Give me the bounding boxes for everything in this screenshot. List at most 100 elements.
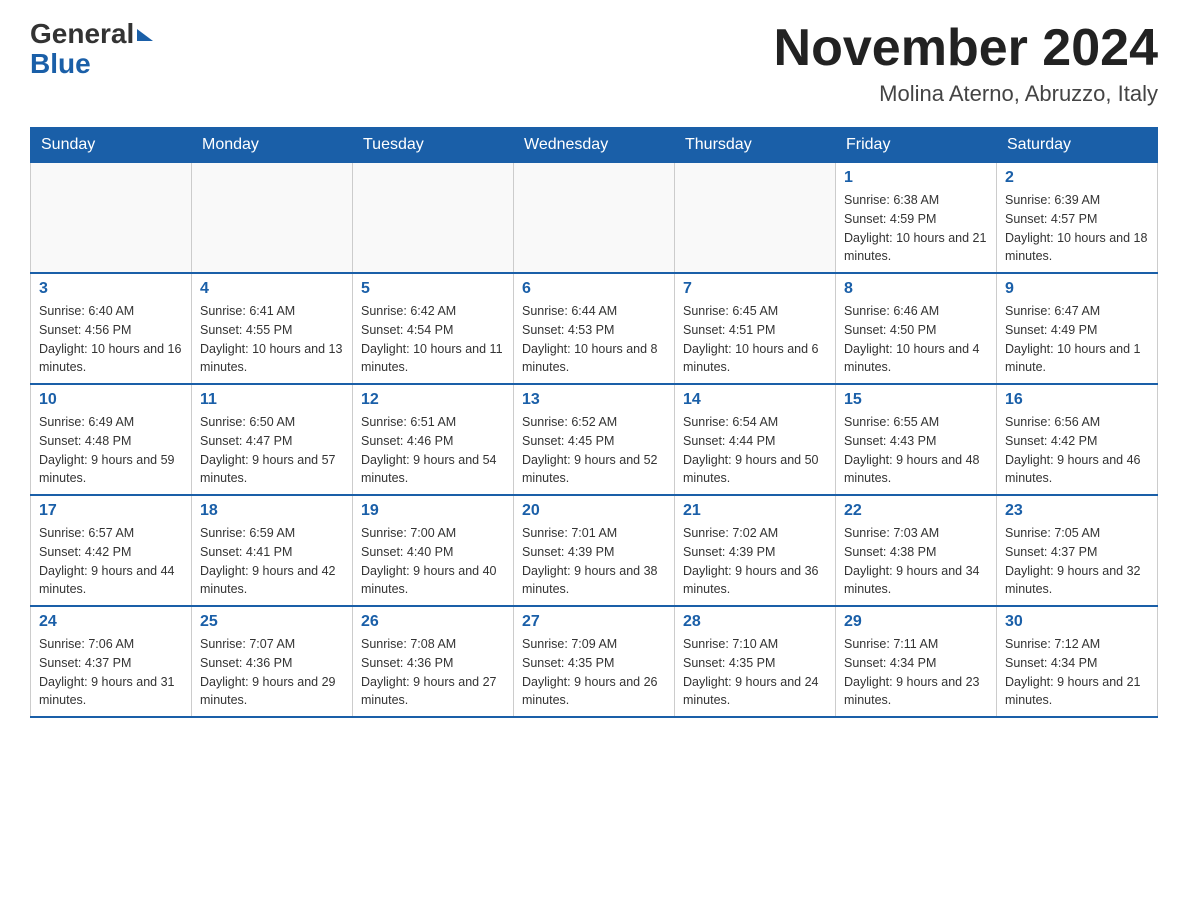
calendar-cell: 12Sunrise: 6:51 AMSunset: 4:46 PMDayligh… (353, 384, 514, 495)
day-info: Sunrise: 7:00 AMSunset: 4:40 PMDaylight:… (361, 524, 505, 599)
day-number: 12 (361, 391, 505, 409)
day-number: 23 (1005, 502, 1149, 520)
day-info: Sunrise: 6:39 AMSunset: 4:57 PMDaylight:… (1005, 191, 1149, 266)
day-number: 25 (200, 613, 344, 631)
day-info: Sunrise: 6:47 AMSunset: 4:49 PMDaylight:… (1005, 302, 1149, 377)
day-info: Sunrise: 6:52 AMSunset: 4:45 PMDaylight:… (522, 413, 666, 488)
day-info: Sunrise: 7:05 AMSunset: 4:37 PMDaylight:… (1005, 524, 1149, 599)
calendar-cell (353, 163, 514, 274)
day-number: 13 (522, 391, 666, 409)
day-number: 14 (683, 391, 827, 409)
day-number: 27 (522, 613, 666, 631)
day-number: 7 (683, 280, 827, 298)
day-info: Sunrise: 6:50 AMSunset: 4:47 PMDaylight:… (200, 413, 344, 488)
calendar-cell: 11 Sunrise: 6:50 AMSunset: 4:47 PMDayligh… (192, 384, 353, 495)
calendar-cell: 15Sunrise: 6:55 AMSunset: 4:43 PMDayligh… (836, 384, 997, 495)
day-info: Sunrise: 6:56 AMSunset: 4:42 PMDaylight:… (1005, 413, 1149, 488)
calendar-cell: 25 Sunrise: 7:07 AMSunset: 4:36 PMDayligh… (192, 606, 353, 717)
day-info: Sunrise: 7:12 AMSunset: 4:34 PMDaylight:… (1005, 635, 1149, 710)
day-info: Sunrise: 6:55 AMSunset: 4:43 PMDaylight:… (844, 413, 988, 488)
calendar-cell: 28Sunrise: 7:10 AMSunset: 4:35 PMDayligh… (675, 606, 836, 717)
day-info: Sunrise: 6:49 AMSunset: 4:48 PMDaylight:… (39, 413, 183, 488)
calendar-cell: 26 Sunrise: 7:08 AMSunset: 4:36 PMDayligh… (353, 606, 514, 717)
calendar-week-row: 24Sunrise: 7:06 AMSunset: 4:37 PMDayligh… (31, 606, 1158, 717)
calendar-cell: 29Sunrise: 7:11 AMSunset: 4:34 PMDayligh… (836, 606, 997, 717)
day-number: 8 (844, 280, 988, 298)
calendar-cell: 24Sunrise: 7:06 AMSunset: 4:37 PMDayligh… (31, 606, 192, 717)
calendar-cell: 4 Sunrise: 6:41 AMSunset: 4:55 PMDaylight… (192, 273, 353, 384)
calendar-cell: 16 Sunrise: 6:56 AMSunset: 4:42 PMDayligh… (997, 384, 1158, 495)
day-number: 30 (1005, 613, 1149, 631)
title-section: November 2024 Molina Aterno, Abruzzo, It… (774, 20, 1158, 107)
day-of-week-header: Monday (192, 128, 353, 163)
day-info: Sunrise: 6:46 AMSunset: 4:50 PMDaylight:… (844, 302, 988, 377)
calendar-cell: 17Sunrise: 6:57 AMSunset: 4:42 PMDayligh… (31, 495, 192, 606)
day-number: 20 (522, 502, 666, 520)
calendar-cell: 6 Sunrise: 6:44 AMSunset: 4:53 PMDaylight… (514, 273, 675, 384)
calendar-cell (675, 163, 836, 274)
calendar-cell: 1 Sunrise: 6:38 AMSunset: 4:59 PMDaylight… (836, 163, 997, 274)
calendar-body: 1 Sunrise: 6:38 AMSunset: 4:59 PMDaylight… (31, 163, 1158, 718)
day-number: 16 (1005, 391, 1149, 409)
day-info: Sunrise: 6:57 AMSunset: 4:42 PMDaylight:… (39, 524, 183, 599)
day-info: Sunrise: 6:40 AMSunset: 4:56 PMDaylight:… (39, 302, 183, 377)
day-number: 19 (361, 502, 505, 520)
logo: General Blue (30, 20, 153, 80)
calendar-cell: 21 Sunrise: 7:02 AMSunset: 4:39 PMDayligh… (675, 495, 836, 606)
day-info: Sunrise: 7:02 AMSunset: 4:39 PMDaylight:… (683, 524, 827, 599)
day-info: Sunrise: 6:38 AMSunset: 4:59 PMDaylight:… (844, 191, 988, 266)
day-info: Sunrise: 6:45 AMSunset: 4:51 PMDaylight:… (683, 302, 827, 377)
calendar-week-row: 1 Sunrise: 6:38 AMSunset: 4:59 PMDaylight… (31, 163, 1158, 274)
day-info: Sunrise: 7:03 AMSunset: 4:38 PMDaylight:… (844, 524, 988, 599)
day-of-week-header: Thursday (675, 128, 836, 163)
day-number: 4 (200, 280, 344, 298)
calendar-week-row: 17Sunrise: 6:57 AMSunset: 4:42 PMDayligh… (31, 495, 1158, 606)
calendar-cell (31, 163, 192, 274)
day-number: 9 (1005, 280, 1149, 298)
day-info: Sunrise: 6:44 AMSunset: 4:53 PMDaylight:… (522, 302, 666, 377)
day-number: 22 (844, 502, 988, 520)
day-of-week-header: Wednesday (514, 128, 675, 163)
day-number: 21 (683, 502, 827, 520)
day-number: 24 (39, 613, 183, 631)
day-of-week-header: Tuesday (353, 128, 514, 163)
day-of-week-header: Saturday (997, 128, 1158, 163)
month-title: November 2024 (774, 20, 1158, 77)
day-number: 1 (844, 169, 988, 187)
calendar-week-row: 10 Sunrise: 6:49 AMSunset: 4:48 PMDayligh… (31, 384, 1158, 495)
day-info: Sunrise: 6:59 AMSunset: 4:41 PMDaylight:… (200, 524, 344, 599)
calendar-cell: 19 Sunrise: 7:00 AMSunset: 4:40 PMDayligh… (353, 495, 514, 606)
calendar-week-row: 3 Sunrise: 6:40 AMSunset: 4:56 PMDaylight… (31, 273, 1158, 384)
day-info: Sunrise: 7:11 AMSunset: 4:34 PMDaylight:… (844, 635, 988, 710)
page-header: General Blue November 2024 Molina Aterno… (30, 20, 1158, 107)
calendar-cell: 10 Sunrise: 6:49 AMSunset: 4:48 PMDayligh… (31, 384, 192, 495)
day-of-week-header: Sunday (31, 128, 192, 163)
day-number: 5 (361, 280, 505, 298)
calendar-cell: 20Sunrise: 7:01 AMSunset: 4:39 PMDayligh… (514, 495, 675, 606)
calendar-cell: 27 Sunrise: 7:09 AMSunset: 4:35 PMDayligh… (514, 606, 675, 717)
day-number: 26 (361, 613, 505, 631)
day-number: 2 (1005, 169, 1149, 187)
calendar-cell: 7 Sunrise: 6:45 AMSunset: 4:51 PMDaylight… (675, 273, 836, 384)
day-number: 18 (200, 502, 344, 520)
calendar-cell: 9 Sunrise: 6:47 AMSunset: 4:49 PMDaylight… (997, 273, 1158, 384)
calendar-cell: 3 Sunrise: 6:40 AMSunset: 4:56 PMDaylight… (31, 273, 192, 384)
day-number: 6 (522, 280, 666, 298)
logo-blue-text: Blue (30, 48, 91, 80)
day-info: Sunrise: 6:41 AMSunset: 4:55 PMDaylight:… (200, 302, 344, 377)
day-number: 3 (39, 280, 183, 298)
logo-triangle-icon (137, 29, 153, 41)
calendar-cell (192, 163, 353, 274)
calendar-cell: 22 Sunrise: 7:03 AMSunset: 4:38 PMDayligh… (836, 495, 997, 606)
location-subtitle: Molina Aterno, Abruzzo, Italy (774, 81, 1158, 107)
day-info: Sunrise: 7:08 AMSunset: 4:36 PMDaylight:… (361, 635, 505, 710)
day-info: Sunrise: 6:42 AMSunset: 4:54 PMDaylight:… (361, 302, 505, 377)
day-number: 10 (39, 391, 183, 409)
days-of-week-row: SundayMondayTuesdayWednesdayThursdayFrid… (31, 128, 1158, 163)
day-number: 11 (200, 391, 344, 409)
day-info: Sunrise: 7:09 AMSunset: 4:35 PMDaylight:… (522, 635, 666, 710)
calendar-cell: 13 Sunrise: 6:52 AMSunset: 4:45 PMDayligh… (514, 384, 675, 495)
calendar-cell: 30 Sunrise: 7:12 AMSunset: 4:34 PMDayligh… (997, 606, 1158, 717)
day-info: Sunrise: 7:07 AMSunset: 4:36 PMDaylight:… (200, 635, 344, 710)
calendar-header: SundayMondayTuesdayWednesdayThursdayFrid… (31, 128, 1158, 163)
